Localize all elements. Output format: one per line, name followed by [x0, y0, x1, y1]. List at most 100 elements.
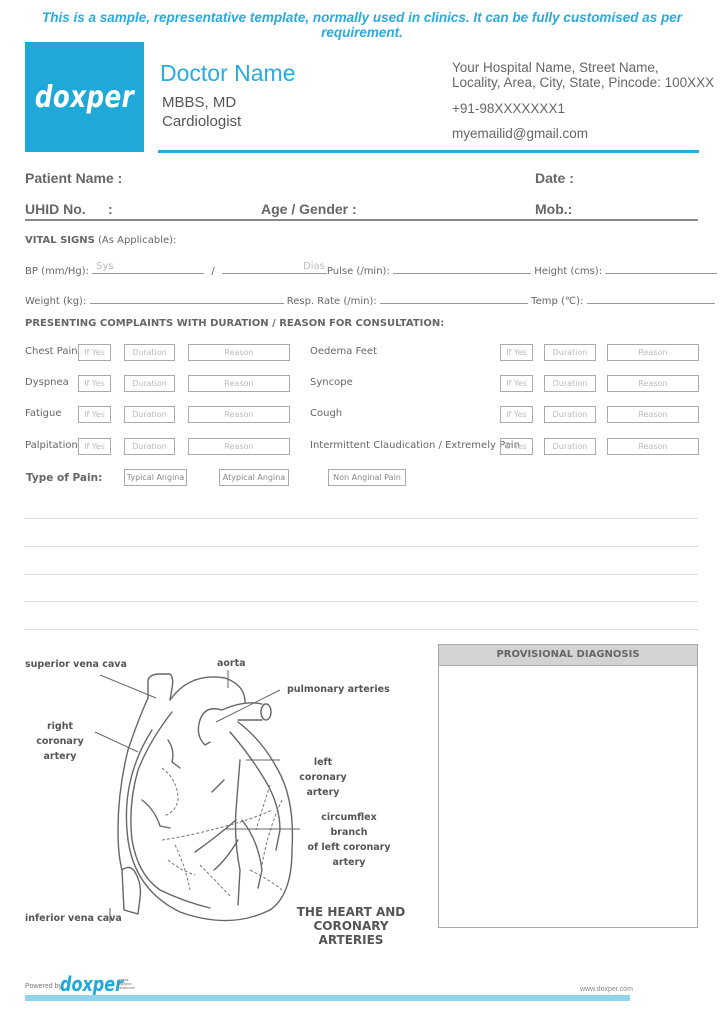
reason-field-syncope[interactable]: Reason: [607, 375, 699, 392]
hospital-address-line1: Your Hospital Name, Street Name,: [452, 60, 659, 75]
label-inferior-vena-cava: inferior vena cava: [25, 913, 122, 924]
label-aorta: aorta: [217, 658, 246, 669]
label-circumflex-line2: of left coronary: [307, 842, 391, 853]
logo: doxper: [25, 42, 144, 152]
if-yes-field-syncope[interactable]: If Yes: [500, 375, 533, 392]
resp-rate-field[interactable]: [379, 291, 528, 304]
complaint-label-syncope: Syncope: [310, 377, 353, 388]
bp-separator: /: [211, 266, 215, 277]
if-yes-field-oedema-feet[interactable]: If Yes: [500, 344, 533, 361]
pulse-label: Pulse (/min):: [326, 266, 390, 277]
label-right-coronary-artery: right coronary artery: [25, 719, 95, 764]
height-label: Height (cms):: [534, 266, 603, 277]
label-right-coronary-line2: artery: [43, 751, 77, 762]
vitals-title: VITAL SIGNS (As Applicable):: [25, 235, 176, 246]
duration-field-dyspnea[interactable]: Duration: [124, 375, 175, 392]
label-circumflex-branch: circumflex branch of left coronary arter…: [302, 810, 396, 870]
label-left-coronary-line1: left coronary: [299, 757, 347, 783]
vitals-title-bold: VITAL SIGNS: [25, 235, 95, 246]
logo-text: doxper: [34, 79, 135, 115]
uhid-colon: :: [108, 201, 113, 217]
pulse-field[interactable]: [393, 261, 532, 274]
duration-field-palpitation[interactable]: Duration: [124, 438, 175, 455]
date-label: Date :: [535, 170, 574, 186]
age-gender-label: Age / Gender :: [261, 201, 357, 217]
footer-tagline: Instant Digitized Healthcare: [118, 978, 135, 990]
if-yes-field-dyspnea[interactable]: If Yes: [78, 375, 111, 392]
pain-option-typical-angina[interactable]: Typical Angina: [124, 469, 187, 486]
bp-systolic-field[interactable]: Sys: [92, 261, 205, 274]
notes-line[interactable]: [25, 629, 698, 630]
label-left-coronary-artery: left coronary artery: [290, 755, 356, 800]
reason-field-oedema-feet[interactable]: Reason: [607, 344, 699, 361]
mobile-label: Mob.:: [535, 201, 573, 217]
complaint-label-dyspnea: Dyspnea: [25, 377, 69, 388]
reason-field-fatigue[interactable]: Reason: [188, 406, 290, 423]
uhid-label: UHID No.: [25, 201, 86, 217]
vitals-row-1: BP (mm/Hg): Sys / Dias Pulse (/min): Heig…: [25, 261, 718, 277]
duration-field-intermittent-claudication-extremely-pain[interactable]: Duration: [544, 438, 596, 455]
duration-field-oedema-feet[interactable]: Duration: [544, 344, 596, 361]
label-left-coronary-line2: artery: [306, 787, 340, 798]
complaint-label-oedema-feet: Oedema Feet: [310, 346, 378, 357]
reason-field-intermittent-claudication-extremely-pain[interactable]: Reason: [607, 438, 699, 455]
temp-label: Temp (℃):: [531, 296, 584, 307]
provisional-diagnosis-box[interactable]: PROVISIONAL DIAGNOSIS: [438, 644, 698, 928]
patient-name-label: Patient Name :: [25, 170, 123, 186]
notes-line[interactable]: [25, 546, 698, 547]
if-yes-field-palpitation[interactable]: If Yes: [78, 438, 111, 455]
notes-line[interactable]: [25, 518, 698, 519]
pain-option-non-anginal-pain[interactable]: Non Anginal Pain: [328, 469, 406, 486]
duration-field-cough[interactable]: Duration: [544, 406, 596, 423]
pain-option-atypical-angina[interactable]: Atypical Angina: [219, 469, 289, 486]
template-notice: This is a sample, representative templat…: [42, 10, 682, 40]
complaint-label-chest-pain: Chest Pain: [25, 346, 78, 357]
bp-diastolic-field[interactable]: Dias: [221, 261, 327, 274]
powered-by-text: Powered by: [25, 983, 62, 990]
reason-field-palpitation[interactable]: Reason: [188, 438, 290, 455]
reason-field-dyspnea[interactable]: Reason: [188, 375, 290, 392]
footer-logo: doxper: [60, 972, 123, 996]
label-superior-vena-cava: superior vena cava: [25, 659, 127, 670]
bp-label: BP (mm/Hg):: [25, 266, 89, 277]
vitals-row-2: Weight (kg): Resp. Rate (/min): Temp (℃)…: [25, 291, 715, 307]
if-yes-field-fatigue[interactable]: If Yes: [78, 406, 111, 423]
footer-tagline-3: Healthcare: [118, 986, 135, 990]
complaint-label-palpitation: Palpitation: [25, 440, 78, 451]
complaint-label-cough: Cough: [310, 408, 343, 419]
complaint-label-intermittent-claudication-extremely-pain: Intermittent Claudication / Extremely Pa…: [310, 440, 520, 451]
duration-field-chest-pain[interactable]: Duration: [124, 344, 175, 361]
provisional-diagnosis-title: PROVISIONAL DIAGNOSIS: [439, 645, 697, 666]
complaint-label-fatigue: Fatigue: [25, 408, 62, 419]
weight-label: Weight (kg):: [25, 296, 87, 307]
bp-systolic-placeholder: Sys: [96, 261, 114, 272]
doctor-degree: MBBS, MD: [162, 94, 237, 111]
notes-line[interactable]: [25, 574, 698, 575]
if-yes-field-cough[interactable]: If Yes: [500, 406, 533, 423]
doctor-specialty: Cardiologist: [162, 113, 242, 130]
doctor-name: Doctor Name: [160, 60, 296, 86]
hospital-address: Your Hospital Name, Street Name, Localit…: [452, 60, 714, 90]
heart-title-line1: THE HEART AND: [296, 905, 406, 919]
label-circumflex-line3: artery: [332, 857, 366, 868]
label-right-coronary-line1: right coronary: [36, 721, 84, 747]
height-field[interactable]: [605, 261, 718, 274]
temp-field[interactable]: [586, 291, 715, 304]
reason-field-chest-pain[interactable]: Reason: [188, 344, 290, 361]
label-circumflex-line1: circumflex branch: [321, 812, 377, 838]
hospital-email: myemailid@gmail.com: [452, 126, 588, 141]
notes-line[interactable]: [25, 601, 698, 602]
header-divider: [158, 150, 699, 153]
footer-website[interactable]: www.doxper.com: [580, 986, 633, 993]
patient-info-divider: [25, 219, 698, 221]
duration-field-fatigue[interactable]: Duration: [124, 406, 175, 423]
heart-diagram-title: THE HEART AND CORONARY ARTERIES: [280, 905, 422, 947]
duration-field-syncope[interactable]: Duration: [544, 375, 596, 392]
if-yes-field-intermittent-claudication-extremely-pain[interactable]: If Yes: [500, 438, 533, 455]
weight-field[interactable]: [89, 291, 284, 304]
reason-field-cough[interactable]: Reason: [607, 406, 699, 423]
complaints-title: PRESENTING COMPLAINTS WITH DURATION / RE…: [25, 318, 445, 329]
bp-diastolic-placeholder: Dias: [303, 261, 325, 272]
if-yes-field-chest-pain[interactable]: If Yes: [78, 344, 111, 361]
hospital-address-line2: Locality, Area, City, State, Pincode: 10…: [452, 75, 715, 90]
